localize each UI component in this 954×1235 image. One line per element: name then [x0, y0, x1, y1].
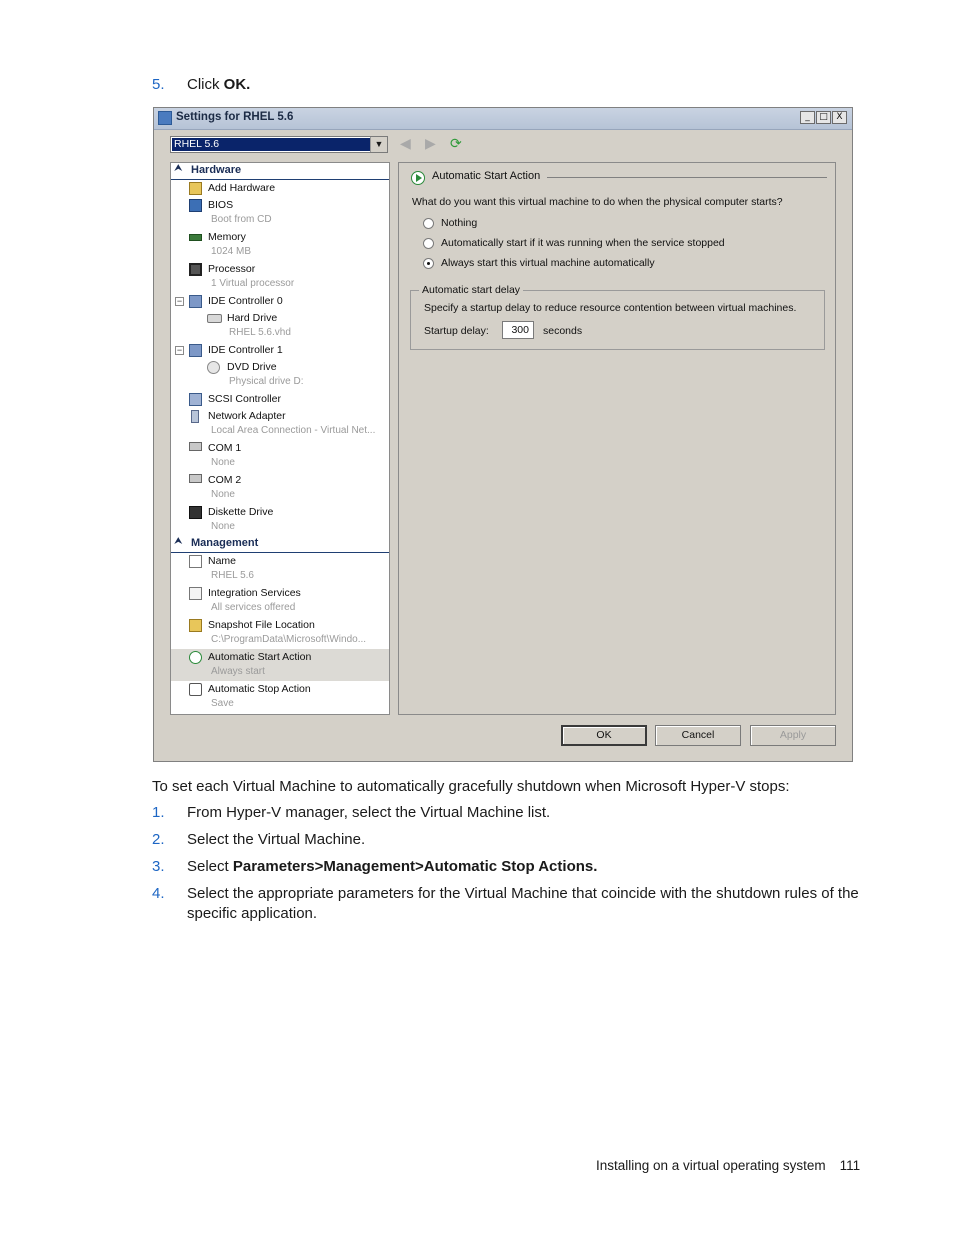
maximize-button[interactable]: □ — [816, 111, 831, 124]
bios-icon — [189, 199, 202, 212]
startup-delay-input[interactable]: 300 — [502, 321, 534, 339]
tree-item-snapshot-file-location[interactable]: Snapshot File Location C:\ProgramData\Mi… — [171, 617, 389, 649]
tree-item-dvd-drive[interactable]: DVD Drive Physical drive D: — [171, 359, 389, 391]
start-question: What do you want this virtual machine to… — [412, 196, 783, 208]
startup-delay-unit: seconds — [543, 325, 583, 337]
integration-services-icon — [189, 587, 202, 600]
tree-item-com-2[interactable]: COM 2 None — [171, 472, 389, 504]
tree-item-com-1[interactable]: COM 1 None — [171, 440, 389, 472]
tree-item-automatic-start-action[interactable]: Automatic Start Action Always start — [171, 649, 389, 681]
forward-arrow-icon[interactable]: ▶ — [425, 137, 436, 151]
collapse-chevron-icon[interactable]: ⮝ — [174, 536, 183, 547]
page-footer: Installing on a virtual operating system… — [596, 1158, 860, 1173]
minimize-button[interactable]: _ — [800, 111, 815, 124]
radio-always-start[interactable] — [423, 258, 434, 269]
step-text: Click OK. — [187, 76, 251, 93]
settings-dialog: Settings for RHEL 5.6 _ □ X RHEL 5.6 ▼ ◀… — [153, 107, 853, 762]
step-text-line-1: Select the appropriate parameters for th… — [187, 885, 859, 902]
hardware-section-header[interactable]: ⮝ Hardware — [171, 163, 389, 180]
radio-auto-start-if-running[interactable] — [423, 238, 434, 249]
management-section-header[interactable]: ⮝ Management — [171, 536, 389, 553]
tree-item-diskette-drive[interactable]: Diskette Drive None — [171, 504, 389, 536]
hard-drive-icon — [207, 314, 222, 323]
dialog-title: Settings for RHEL 5.6 — [176, 111, 294, 123]
step-text-line-2: specific application. — [187, 905, 318, 922]
collapse-icon[interactable]: − — [175, 297, 184, 306]
snapshot-folder-icon — [189, 619, 202, 632]
com-port-icon — [189, 474, 202, 483]
ok-emphasis: OK. — [223, 76, 251, 93]
tree-item-name[interactable]: Name RHEL 5.6 — [171, 553, 389, 585]
add-hardware-icon — [189, 182, 202, 195]
step-text: From Hyper-V manager, select the Virtual… — [187, 804, 551, 821]
page-number: 111 — [839, 1158, 861, 1173]
footer-section-title: Installing on a virtual operating system — [596, 1158, 826, 1173]
com-port-icon — [189, 442, 202, 451]
collapse-icon[interactable]: − — [175, 346, 184, 355]
close-button[interactable]: X — [832, 111, 847, 124]
processor-icon — [189, 263, 202, 276]
tree-item-bios[interactable]: BIOS Boot from CD — [171, 197, 389, 229]
stop-action-icon — [189, 683, 202, 696]
step-text: Select Parameters>Management>Automatic S… — [187, 858, 598, 875]
chevron-down-icon[interactable]: ▼ — [370, 137, 387, 152]
tree-item-processor[interactable]: Processor 1 Virtual processor — [171, 261, 389, 293]
cancel-button[interactable]: Cancel — [655, 725, 741, 746]
vm-selector[interactable]: RHEL 5.6 ▼ — [170, 136, 388, 153]
apply-button[interactable]: Apply — [750, 725, 836, 746]
start-delay-group: Automatic start delay Specify a startup … — [410, 284, 825, 350]
ok-button[interactable]: OK — [561, 725, 647, 746]
network-adapter-icon — [191, 410, 199, 423]
step-number: 3. — [152, 858, 165, 875]
floppy-disk-icon — [189, 506, 202, 519]
vm-selector-value: RHEL 5.6 — [172, 138, 370, 151]
tree-item-hard-drive[interactable]: Hard Drive RHEL 5.6.vhd — [171, 310, 389, 342]
group-divider — [547, 177, 827, 178]
group-title: Automatic Start Action — [432, 170, 541, 182]
settings-detail-panel: Automatic Start Action What do you want … — [398, 162, 836, 715]
step-number: 1. — [152, 804, 165, 821]
instruction-paragraph: To set each Virtual Machine to automatic… — [152, 778, 790, 795]
dvd-drive-icon — [207, 361, 220, 374]
ide-controller-icon — [189, 344, 202, 357]
name-icon — [189, 555, 202, 568]
step-number: 5. — [152, 76, 165, 93]
start-delay-description: Specify a startup delay to reduce resour… — [424, 302, 797, 314]
back-arrow-icon[interactable]: ◀ — [400, 137, 411, 151]
menu-path: Parameters>Management>Automatic Stop Act… — [232, 858, 598, 875]
step-number: 2. — [152, 831, 165, 848]
start-delay-legend: Automatic start delay — [419, 284, 524, 296]
step-number: 4. — [152, 885, 165, 902]
tree-item-integration-services[interactable]: Integration Services All services offere… — [171, 585, 389, 617]
settings-tree: ⮝ Hardware Add Hardware BIOS Boot from C… — [170, 162, 390, 715]
start-action-icon — [411, 171, 425, 185]
startup-delay-label: Startup delay: — [424, 325, 489, 337]
refresh-icon[interactable]: ⟳ — [450, 137, 462, 151]
step-text: Select the Virtual Machine. — [187, 831, 366, 848]
start-action-icon — [189, 651, 202, 664]
radio-nothing[interactable] — [423, 218, 434, 229]
settings-window-icon — [158, 111, 172, 125]
tree-item-automatic-stop-action[interactable]: Automatic Stop Action Save — [171, 681, 389, 713]
tree-item-network-adapter[interactable]: Network Adapter Local Area Connection - … — [171, 408, 389, 440]
tree-item-memory[interactable]: Memory 1024 MB — [171, 229, 389, 261]
scsi-controller-icon — [189, 393, 202, 406]
collapse-chevron-icon[interactable]: ⮝ — [174, 163, 183, 174]
memory-icon — [189, 234, 202, 241]
ide-controller-icon — [189, 295, 202, 308]
title-bar: Settings for RHEL 5.6 _ □ X — [154, 108, 852, 130]
